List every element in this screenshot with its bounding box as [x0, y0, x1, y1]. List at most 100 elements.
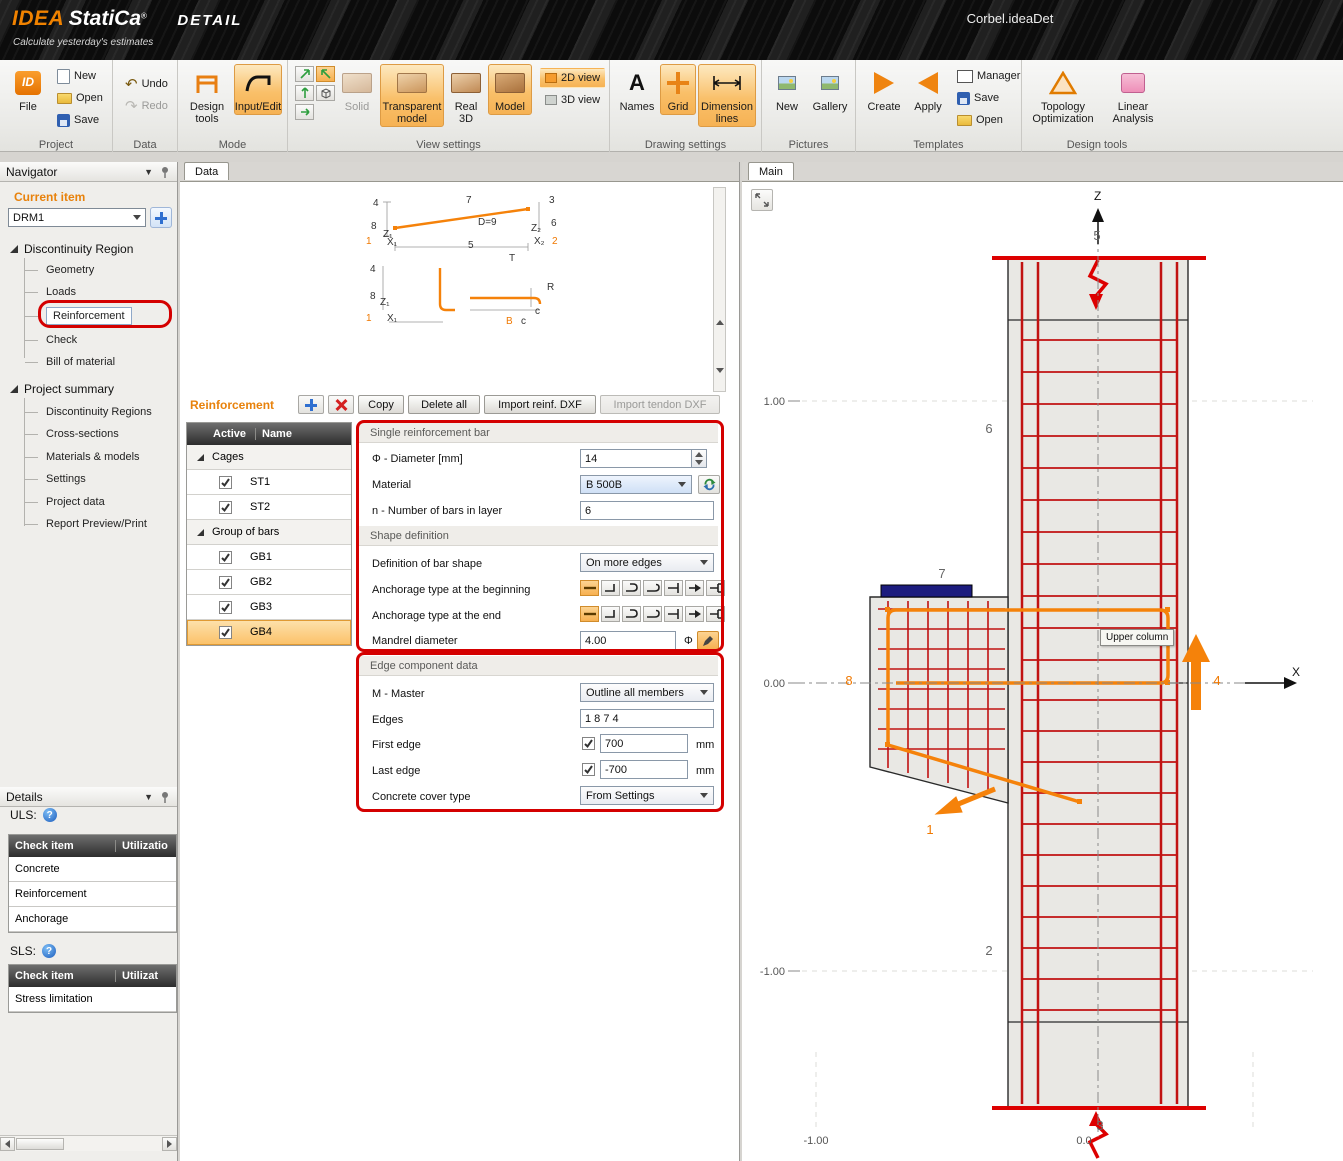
tab-data[interactable]: Data — [184, 162, 229, 180]
undo-button[interactable]: ↶Undo — [120, 74, 173, 94]
nav-item-bill-of-material[interactable]: Bill of material — [46, 356, 115, 368]
view-axis-button-3[interactable] — [295, 85, 314, 101]
table-row[interactable]: Stress limitation — [9, 987, 176, 1012]
navigator-horizontal-scrollbar[interactable] — [0, 1135, 177, 1151]
nav-section-discontinuity-region[interactable]: Discontinuity Region — [10, 242, 133, 256]
last-edge-checkbox[interactable] — [582, 763, 595, 776]
topology-optimization-button[interactable]: Topology Optimization — [1026, 64, 1100, 127]
active-checkbox[interactable] — [219, 576, 232, 589]
file-button[interactable]: ID File — [8, 64, 48, 115]
anchorage-arrow-end-icon[interactable] — [685, 606, 704, 622]
last-edge-input[interactable] — [600, 760, 688, 779]
anchorage-arrow-end-icon[interactable] — [685, 580, 704, 596]
nav-item-reinforcement[interactable]: Reinforcement — [46, 307, 132, 325]
scroll-left-button[interactable] — [0, 1137, 15, 1151]
new-project-button[interactable]: New — [52, 66, 108, 86]
names-button[interactable]: A Names — [616, 64, 658, 115]
scroll-right-button[interactable] — [162, 1137, 177, 1151]
linear-analysis-button[interactable]: Linear Analysis — [1102, 64, 1164, 127]
list-item-st2[interactable]: ST2 — [187, 495, 351, 520]
uls-help-icon[interactable]: ? — [43, 808, 57, 822]
import-reinf-dxf-button[interactable]: Import reinf. DXF — [484, 395, 596, 414]
active-checkbox[interactable] — [219, 626, 232, 639]
design-tools-mode-button[interactable]: Design tools — [184, 64, 230, 127]
diameter-spinner[interactable] — [692, 449, 707, 468]
anchorage-hook-up-icon[interactable] — [601, 580, 620, 596]
mandrel-input[interactable] — [580, 631, 676, 650]
number-of-bars-input[interactable] — [580, 501, 714, 520]
copy-button[interactable]: Copy — [358, 395, 404, 414]
diagram-scrollbar[interactable] — [713, 187, 726, 392]
table-row[interactable]: Reinforcement — [9, 882, 176, 907]
navigator-dropdown-icon[interactable]: ▼ — [144, 167, 153, 177]
template-apply-button[interactable]: Apply — [908, 64, 948, 115]
details-pin-icon[interactable] — [159, 791, 171, 803]
material-refresh-button[interactable] — [698, 475, 720, 494]
nav-item-materials-models[interactable]: Materials & models — [46, 451, 140, 463]
model-view-button[interactable]: Model — [488, 64, 532, 115]
picture-new-button[interactable]: New — [768, 64, 806, 115]
navigator-pin-icon[interactable] — [159, 166, 171, 178]
group-row-bars[interactable]: Group of bars — [187, 520, 351, 545]
anchorage-c-plate-icon[interactable] — [706, 580, 725, 596]
nav-section-project-summary[interactable]: Project summary — [10, 382, 114, 396]
mandrel-edit-button[interactable] — [697, 631, 719, 650]
edges-input[interactable] — [580, 709, 714, 728]
anchorage-curl-icon[interactable] — [643, 580, 662, 596]
dimension-lines-button[interactable]: Dimension lines — [698, 64, 756, 127]
save-project-button[interactable]: Save — [52, 110, 108, 130]
nav-item-report-preview-print[interactable]: Report Preview/Print — [46, 518, 147, 530]
real-3d-button[interactable]: Real 3D — [446, 64, 486, 127]
cover-type-select[interactable]: From Settings — [580, 786, 714, 805]
template-manager-button[interactable]: Manager — [952, 66, 1025, 86]
view-axis-button-4[interactable] — [295, 104, 314, 120]
input-edit-button[interactable]: Input/Edit — [234, 64, 282, 115]
list-item-gb4-selected[interactable]: GB4 — [187, 620, 351, 645]
nav-item-cross-sections[interactable]: Cross-sections — [46, 428, 119, 440]
nav-item-loads[interactable]: Loads — [46, 286, 76, 298]
diameter-input[interactable] — [580, 449, 692, 468]
delete-reinforcement-button[interactable] — [328, 395, 354, 414]
template-open-button[interactable]: Open — [952, 110, 1025, 130]
view-axis-button-2[interactable] — [316, 66, 335, 82]
sls-help-icon[interactable]: ? — [42, 944, 56, 958]
current-item-select[interactable]: DRM1 — [8, 208, 146, 227]
active-checkbox[interactable] — [219, 551, 232, 564]
anchorage-u-hook-icon[interactable] — [622, 580, 641, 596]
add-reinforcement-button[interactable] — [298, 395, 324, 414]
anchorage-perpendicular-plate-icon[interactable] — [664, 580, 683, 596]
anchorage-straight-icon[interactable] — [580, 580, 599, 596]
first-edge-input[interactable] — [600, 734, 688, 753]
anchorage-u-hook-icon[interactable] — [622, 606, 641, 622]
nav-item-settings[interactable]: Settings — [46, 473, 86, 485]
table-row[interactable]: Anchorage — [9, 907, 176, 932]
template-save-button[interactable]: Save — [952, 88, 1025, 108]
transparent-model-button[interactable]: Transparent model — [380, 64, 444, 127]
scroll-up-icon[interactable] — [716, 320, 724, 325]
grid-button[interactable]: Grid — [660, 64, 696, 115]
list-item-gb3[interactable]: GB3 — [187, 595, 351, 620]
material-select[interactable]: B 500B — [580, 475, 692, 494]
view-2d-button[interactable]: 2D view — [540, 68, 605, 88]
redo-button[interactable]: ↷Redo — [120, 96, 173, 116]
structure-drawing[interactable]: Z X 1.00 0.00 -1.00 -1.00 0.0 5 6 7 2 3 … — [748, 182, 1343, 1161]
anchorage-c-plate-icon[interactable] — [706, 606, 725, 622]
nav-item-check[interactable]: Check — [46, 334, 77, 346]
view-cube-button[interactable] — [316, 85, 335, 101]
tab-main[interactable]: Main — [748, 162, 794, 180]
open-project-button[interactable]: Open — [52, 88, 108, 108]
delete-all-button[interactable]: Delete all — [408, 395, 480, 414]
anchorage-hook-up-icon[interactable] — [601, 606, 620, 622]
table-row[interactable]: Concrete — [9, 857, 176, 882]
anchorage-curl-icon[interactable] — [643, 606, 662, 622]
template-create-button[interactable]: Create — [862, 64, 906, 115]
active-checkbox[interactable] — [219, 501, 232, 514]
nav-item-discontinuity-regions[interactable]: Discontinuity Regions — [46, 406, 152, 418]
active-checkbox[interactable] — [219, 476, 232, 489]
scroll-thumb[interactable] — [16, 1138, 64, 1150]
bar-shape-select[interactable]: On more edges — [580, 553, 714, 572]
nav-item-geometry[interactable]: Geometry — [46, 264, 94, 276]
list-item-st1[interactable]: ST1 — [187, 470, 351, 495]
solid-view-button[interactable]: Solid — [336, 64, 378, 115]
add-region-button[interactable] — [150, 207, 172, 228]
